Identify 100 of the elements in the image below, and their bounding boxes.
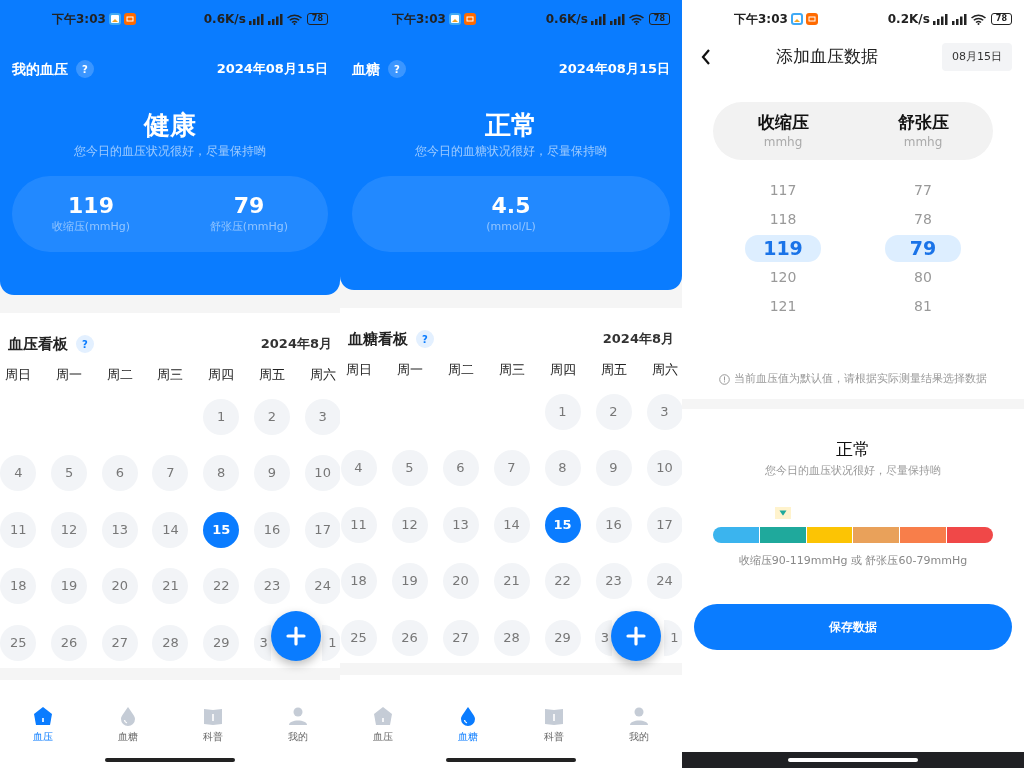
battery-indicator: 78 bbox=[648, 13, 670, 25]
calendar-day[interactable]: 19 bbox=[51, 568, 88, 604]
calendar-day[interactable]: 17 bbox=[304, 511, 340, 548]
calendar-day[interactable]: 27 bbox=[101, 624, 138, 661]
help-button[interactable]: ? bbox=[76, 335, 94, 353]
nav-tab[interactable]: 我的 bbox=[620, 698, 659, 750]
calendar-day[interactable]: 24 bbox=[304, 568, 340, 604]
back-icon[interactable] bbox=[700, 48, 712, 66]
calendar-day[interactable]: 23 bbox=[595, 563, 632, 599]
calendar-day[interactable]: 3 bbox=[646, 393, 682, 430]
calendar-day[interactable]: 4 bbox=[340, 450, 377, 486]
calendar-day[interactable]: 22 bbox=[203, 568, 240, 604]
picker-option[interactable]: 121 bbox=[745, 292, 821, 321]
calendar-day[interactable]: 12 bbox=[391, 506, 428, 543]
calendar-day[interactable]: 1 bbox=[544, 393, 581, 430]
calendar-day[interactable]: 11 bbox=[0, 511, 37, 548]
calendar-day[interactable]: 2 bbox=[595, 393, 632, 430]
calendar-day[interactable]: 8 bbox=[544, 450, 581, 486]
status-text: 健康 bbox=[144, 109, 196, 142]
status-message: 您今日的血糖状况很好，尽量保持哟 bbox=[415, 143, 607, 160]
save-button[interactable]: 保存数据 bbox=[694, 603, 1012, 650]
status-text: 正常 bbox=[836, 437, 870, 461]
date-chip[interactable]: 08月15日 bbox=[942, 42, 1012, 72]
calendar-day[interactable]: 17 bbox=[646, 506, 682, 543]
calendar-day[interactable]: 5 bbox=[391, 450, 428, 486]
calendar-day[interactable]: 25 bbox=[0, 624, 37, 661]
calendar-day[interactable]: 23 bbox=[253, 568, 290, 604]
calendar-day[interactable]: 14 bbox=[493, 506, 530, 543]
calendar-day[interactable]: 15 bbox=[203, 511, 240, 548]
nav-tab[interactable]: 血糖 bbox=[449, 698, 488, 750]
calendar-day[interactable]: 29 bbox=[544, 619, 581, 656]
picker-title: 收缩压 bbox=[757, 111, 809, 133]
calendar-day[interactable]: 5 bbox=[51, 455, 88, 491]
calendar-day[interactable]: 28 bbox=[493, 619, 530, 656]
app-icon bbox=[463, 13, 476, 25]
calendar-day[interactable]: 3 bbox=[304, 398, 340, 435]
calendar-day[interactable]: 10 bbox=[646, 450, 682, 486]
calendar-day[interactable]: 14 bbox=[152, 511, 189, 548]
picker-option[interactable]: 79 bbox=[885, 235, 961, 262]
weekday-label: 周六 bbox=[651, 361, 678, 379]
calendar-day[interactable]: 26 bbox=[51, 624, 88, 661]
calendar-day[interactable]: 10 bbox=[304, 455, 340, 491]
nav-tab[interactable]: 科普 bbox=[534, 698, 573, 750]
picker-option[interactable]: 119 bbox=[745, 235, 821, 262]
picker-option[interactable]: 81 bbox=[885, 292, 961, 321]
calendar-day[interactable]: 2 bbox=[253, 398, 290, 435]
calendar-day[interactable]: 22 bbox=[544, 563, 581, 599]
calendar-day[interactable]: 7 bbox=[152, 455, 189, 491]
nav-tab[interactable]: 血糖 bbox=[108, 698, 147, 750]
nav-tab[interactable]: 血压 bbox=[23, 698, 62, 750]
date-label: 2024年08月15日 bbox=[558, 60, 670, 79]
plus-icon bbox=[286, 626, 306, 646]
wifi-icon bbox=[628, 13, 644, 25]
calendar-day[interactable]: 13 bbox=[101, 511, 138, 548]
picker-option[interactable]: 77 bbox=[885, 176, 961, 205]
calendar-day[interactable]: 1 bbox=[664, 619, 682, 656]
calendar-day[interactable]: 29 bbox=[203, 624, 240, 661]
calendar-day[interactable]: 18 bbox=[340, 563, 377, 599]
picker-option[interactable]: 117 bbox=[745, 176, 821, 205]
picker-option[interactable]: 120 bbox=[745, 263, 821, 292]
calendar-day[interactable]: 7 bbox=[493, 450, 530, 486]
calendar-day[interactable]: 1 bbox=[322, 624, 340, 661]
calendar-day[interactable]: 18 bbox=[0, 568, 37, 604]
calendar-day[interactable]: 25 bbox=[340, 619, 377, 656]
calendar-day[interactable]: 19 bbox=[391, 563, 428, 599]
calendar-day[interactable]: 13 bbox=[442, 506, 479, 543]
calendar-day[interactable]: 6 bbox=[442, 450, 479, 486]
calendar-day[interactable]: 9 bbox=[253, 455, 290, 491]
calendar-day[interactable]: 21 bbox=[493, 563, 530, 599]
calendar-day[interactable]: 16 bbox=[253, 511, 290, 548]
help-button[interactable]: ? bbox=[388, 60, 406, 78]
calendar-day[interactable]: 3 bbox=[595, 619, 612, 656]
status-text: 正常 bbox=[485, 109, 537, 142]
help-button[interactable]: ? bbox=[416, 330, 434, 348]
home-icon bbox=[371, 704, 394, 727]
picker-option[interactable]: 80 bbox=[885, 263, 961, 292]
calendar-day[interactable]: 9 bbox=[595, 450, 632, 486]
calendar-day[interactable]: 8 bbox=[203, 455, 240, 491]
calendar-day[interactable]: 27 bbox=[442, 619, 479, 656]
calendar-day[interactable]: 28 bbox=[152, 624, 189, 661]
help-button[interactable]: ? bbox=[76, 60, 94, 78]
calendar-day[interactable]: 3 bbox=[253, 624, 271, 661]
calendar-day[interactable]: 15 bbox=[544, 506, 581, 543]
calendar-day[interactable]: 4 bbox=[0, 455, 37, 491]
picker-option[interactable]: 118 bbox=[745, 205, 821, 234]
network-speed: 0.6K/s bbox=[545, 11, 588, 28]
calendar-day[interactable]: 26 bbox=[391, 619, 428, 656]
nav-tab[interactable]: 血压 bbox=[363, 698, 402, 750]
calendar-day[interactable]: 20 bbox=[442, 563, 479, 599]
calendar-day[interactable]: 21 bbox=[152, 568, 189, 604]
nav-tab[interactable]: 科普 bbox=[193, 698, 232, 750]
calendar-day[interactable]: 11 bbox=[340, 506, 377, 543]
calendar-day[interactable]: 6 bbox=[101, 455, 138, 491]
calendar-day[interactable]: 20 bbox=[101, 568, 138, 604]
nav-tab[interactable]: 我的 bbox=[278, 698, 317, 750]
calendar-day[interactable]: 24 bbox=[646, 563, 682, 599]
calendar-day[interactable]: 12 bbox=[51, 511, 88, 548]
calendar-day[interactable]: 1 bbox=[203, 398, 240, 435]
picker-option[interactable]: 78 bbox=[885, 205, 961, 234]
calendar-day[interactable]: 16 bbox=[595, 506, 632, 543]
